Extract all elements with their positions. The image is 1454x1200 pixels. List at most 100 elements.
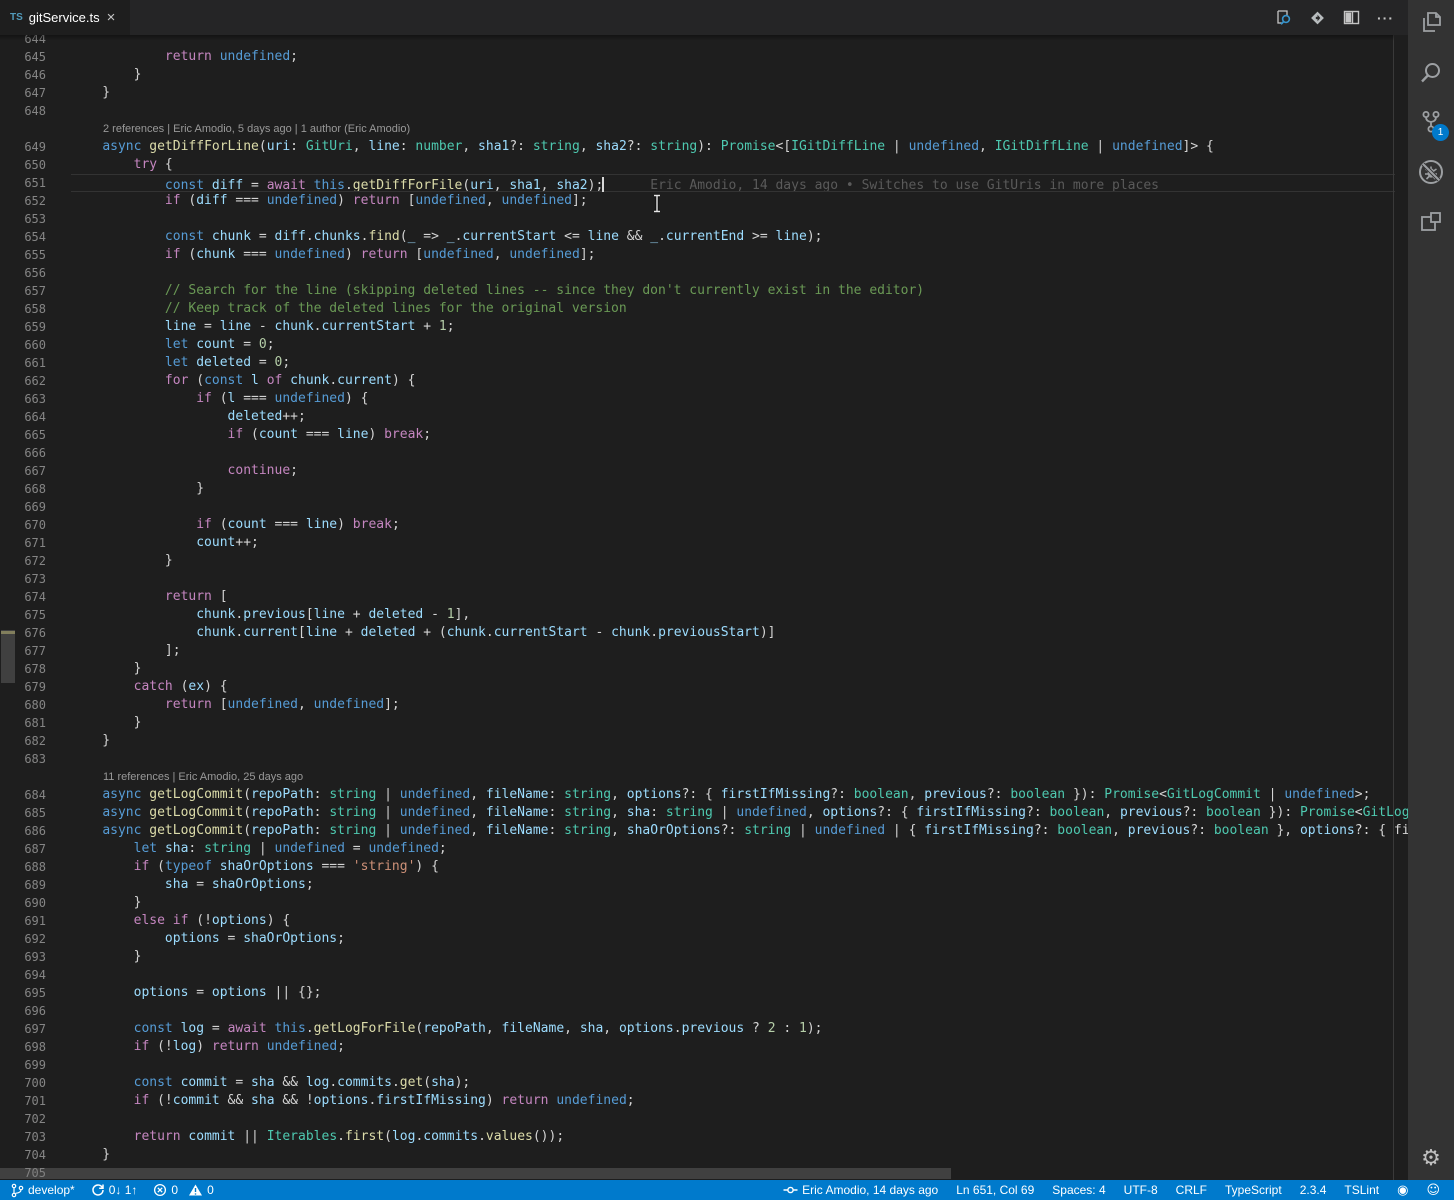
debug-disabled-icon[interactable]: [1408, 152, 1454, 192]
line-number[interactable]: 702: [0, 1110, 46, 1128]
line-number[interactable]: 693: [0, 948, 46, 966]
line-number[interactable]: 671: [0, 534, 46, 552]
explorer-icon[interactable]: [1408, 3, 1454, 43]
code-line[interactable]: 663 if (l === undefined) {: [0, 390, 1408, 408]
line-number[interactable]: 657: [0, 282, 46, 300]
code-text[interactable]: const diff = await this.getDiffForFile(u…: [71, 174, 1159, 193]
code-line[interactable]: 686 async getLogCommit(repoPath: string …: [0, 822, 1408, 840]
code-line[interactable]: 656: [0, 264, 1408, 282]
code-text[interactable]: line = line - chunk.currentStart + 1;: [71, 318, 455, 336]
code-line[interactable]: 699: [0, 1056, 1408, 1074]
code-line[interactable]: 662 for (const l of chunk.current) {: [0, 372, 1408, 390]
line-number[interactable]: 688: [0, 858, 46, 876]
code-text[interactable]: if (diff === undefined) return [undefine…: [71, 192, 588, 210]
search-icon[interactable]: [1408, 53, 1454, 93]
line-number[interactable]: 703: [0, 1128, 46, 1146]
code-line[interactable]: 693 }: [0, 948, 1408, 966]
code-text[interactable]: // Keep track of the deleted lines for t…: [71, 300, 627, 318]
line-number[interactable]: 670: [0, 516, 46, 534]
line-number[interactable]: 674: [0, 588, 46, 606]
code-line[interactable]: 683: [0, 750, 1408, 768]
code-text[interactable]: let count = 0;: [71, 336, 275, 354]
code-line[interactable]: 658 // Keep track of the deleted lines f…: [0, 300, 1408, 318]
code-line[interactable]: 691 else if (!options) {: [0, 912, 1408, 930]
line-number[interactable]: 694: [0, 966, 46, 984]
line-number[interactable]: 697: [0, 1020, 46, 1038]
encoding-status[interactable]: UTF-8: [1124, 1183, 1158, 1197]
code-line[interactable]: 697 const log = await this.getLogForFile…: [0, 1020, 1408, 1038]
code-line[interactable]: 672 }: [0, 552, 1408, 570]
code-text[interactable]: return undefined;: [71, 48, 298, 66]
line-number[interactable]: 689: [0, 876, 46, 894]
code-line[interactable]: 646 }: [0, 66, 1408, 84]
code-text[interactable]: }: [71, 948, 142, 966]
vertical-scrollbar[interactable]: [1, 630, 15, 683]
code-line[interactable]: 653: [0, 210, 1408, 228]
horizontal-scrollbar[interactable]: [0, 1168, 951, 1179]
code-text[interactable]: for (const l of chunk.current) {: [71, 372, 416, 390]
code-line[interactable]: 678 }: [0, 660, 1408, 678]
line-number[interactable]: 684: [0, 786, 46, 804]
code-text[interactable]: }: [71, 732, 110, 750]
code-line[interactable]: 661 let deleted = 0;: [0, 354, 1408, 372]
code-line[interactable]: 670 if (count === line) break;: [0, 516, 1408, 534]
code-line[interactable]: 677 ];: [0, 642, 1408, 660]
line-number[interactable]: 651: [0, 174, 46, 192]
code-text[interactable]: options = shaOrOptions;: [71, 930, 345, 948]
code-text[interactable]: if (count === line) break;: [71, 516, 400, 534]
line-number[interactable]: 645: [0, 48, 46, 66]
gitlens-blame-status[interactable]: Eric Amodio, 14 days ago: [783, 1183, 938, 1197]
code-line[interactable]: 679 catch (ex) {: [0, 678, 1408, 696]
line-number[interactable]: 682: [0, 732, 46, 750]
code-line[interactable]: 657 // Search for the line (skipping del…: [0, 282, 1408, 300]
line-number[interactable]: 659: [0, 318, 46, 336]
line-number[interactable]: 698: [0, 1038, 46, 1056]
code-text[interactable]: try {: [71, 156, 173, 174]
line-number[interactable]: 672: [0, 552, 46, 570]
line-number[interactable]: 661: [0, 354, 46, 372]
code-text[interactable]: ];: [71, 642, 181, 660]
code-text[interactable]: }: [71, 894, 142, 912]
line-number[interactable]: 690: [0, 894, 46, 912]
code-line[interactable]: 696: [0, 1002, 1408, 1020]
code-text[interactable]: async getLogCommit(repoPath: string | un…: [71, 786, 1370, 804]
indentation-status[interactable]: Spaces: 4: [1052, 1183, 1105, 1197]
line-number[interactable]: 673: [0, 570, 46, 588]
line-number[interactable]: 675: [0, 606, 46, 624]
code-line[interactable]: 645 return undefined;: [0, 48, 1408, 66]
line-number[interactable]: 665: [0, 426, 46, 444]
code-text[interactable]: return commit || Iterables.first(log.com…: [71, 1128, 565, 1146]
line-number[interactable]: 658: [0, 300, 46, 318]
line-number[interactable]: 656: [0, 264, 46, 282]
line-number[interactable]: 667: [0, 462, 46, 480]
code-line[interactable]: 701 if (!commit && sha && !options.first…: [0, 1092, 1408, 1110]
code-line[interactable]: 700 const commit = sha && log.commits.ge…: [0, 1074, 1408, 1092]
code-text[interactable]: continue;: [71, 462, 298, 480]
line-number[interactable]: 655: [0, 246, 46, 264]
code-line[interactable]: 654 const chunk = diff.chunks.find(_ => …: [0, 228, 1408, 246]
line-number[interactable]: 685: [0, 804, 46, 822]
code-line[interactable]: 674 return [: [0, 588, 1408, 606]
code-line[interactable]: 650 try {: [0, 156, 1408, 174]
source-control-icon[interactable]: 1: [1408, 102, 1454, 142]
feedback-icon[interactable]: ◉: [1397, 1184, 1408, 1197]
code-text[interactable]: count++;: [71, 534, 259, 552]
code-text[interactable]: chunk.previous[line + deleted - 1],: [71, 606, 470, 624]
code-text[interactable]: if (!log) return undefined;: [71, 1038, 345, 1056]
code-text[interactable]: sha = shaOrOptions;: [71, 876, 314, 894]
code-line[interactable]: 687 let sha: string | undefined = undefi…: [0, 840, 1408, 858]
code-line[interactable]: 684 async getLogCommit(repoPath: string …: [0, 786, 1408, 804]
code-text[interactable]: }: [71, 480, 204, 498]
sync-status[interactable]: 0↓ 1↑: [91, 1183, 137, 1197]
code-line[interactable]: 669: [0, 498, 1408, 516]
line-number[interactable]: 648: [0, 102, 46, 120]
split-editor-icon[interactable]: [1343, 9, 1360, 26]
more-actions-icon[interactable]: ···: [1377, 9, 1394, 26]
line-number[interactable]: 647: [0, 84, 46, 102]
extensions-icon[interactable]: [1408, 202, 1454, 242]
line-number[interactable]: 650: [0, 156, 46, 174]
cursor-position-status[interactable]: Ln 651, Col 69: [956, 1183, 1034, 1197]
code-text[interactable]: if (typeof shaOrOptions === 'string') {: [71, 858, 439, 876]
tab-gitservice[interactable]: TS gitService.ts ×: [0, 0, 130, 35]
line-number[interactable]: 646: [0, 66, 46, 84]
